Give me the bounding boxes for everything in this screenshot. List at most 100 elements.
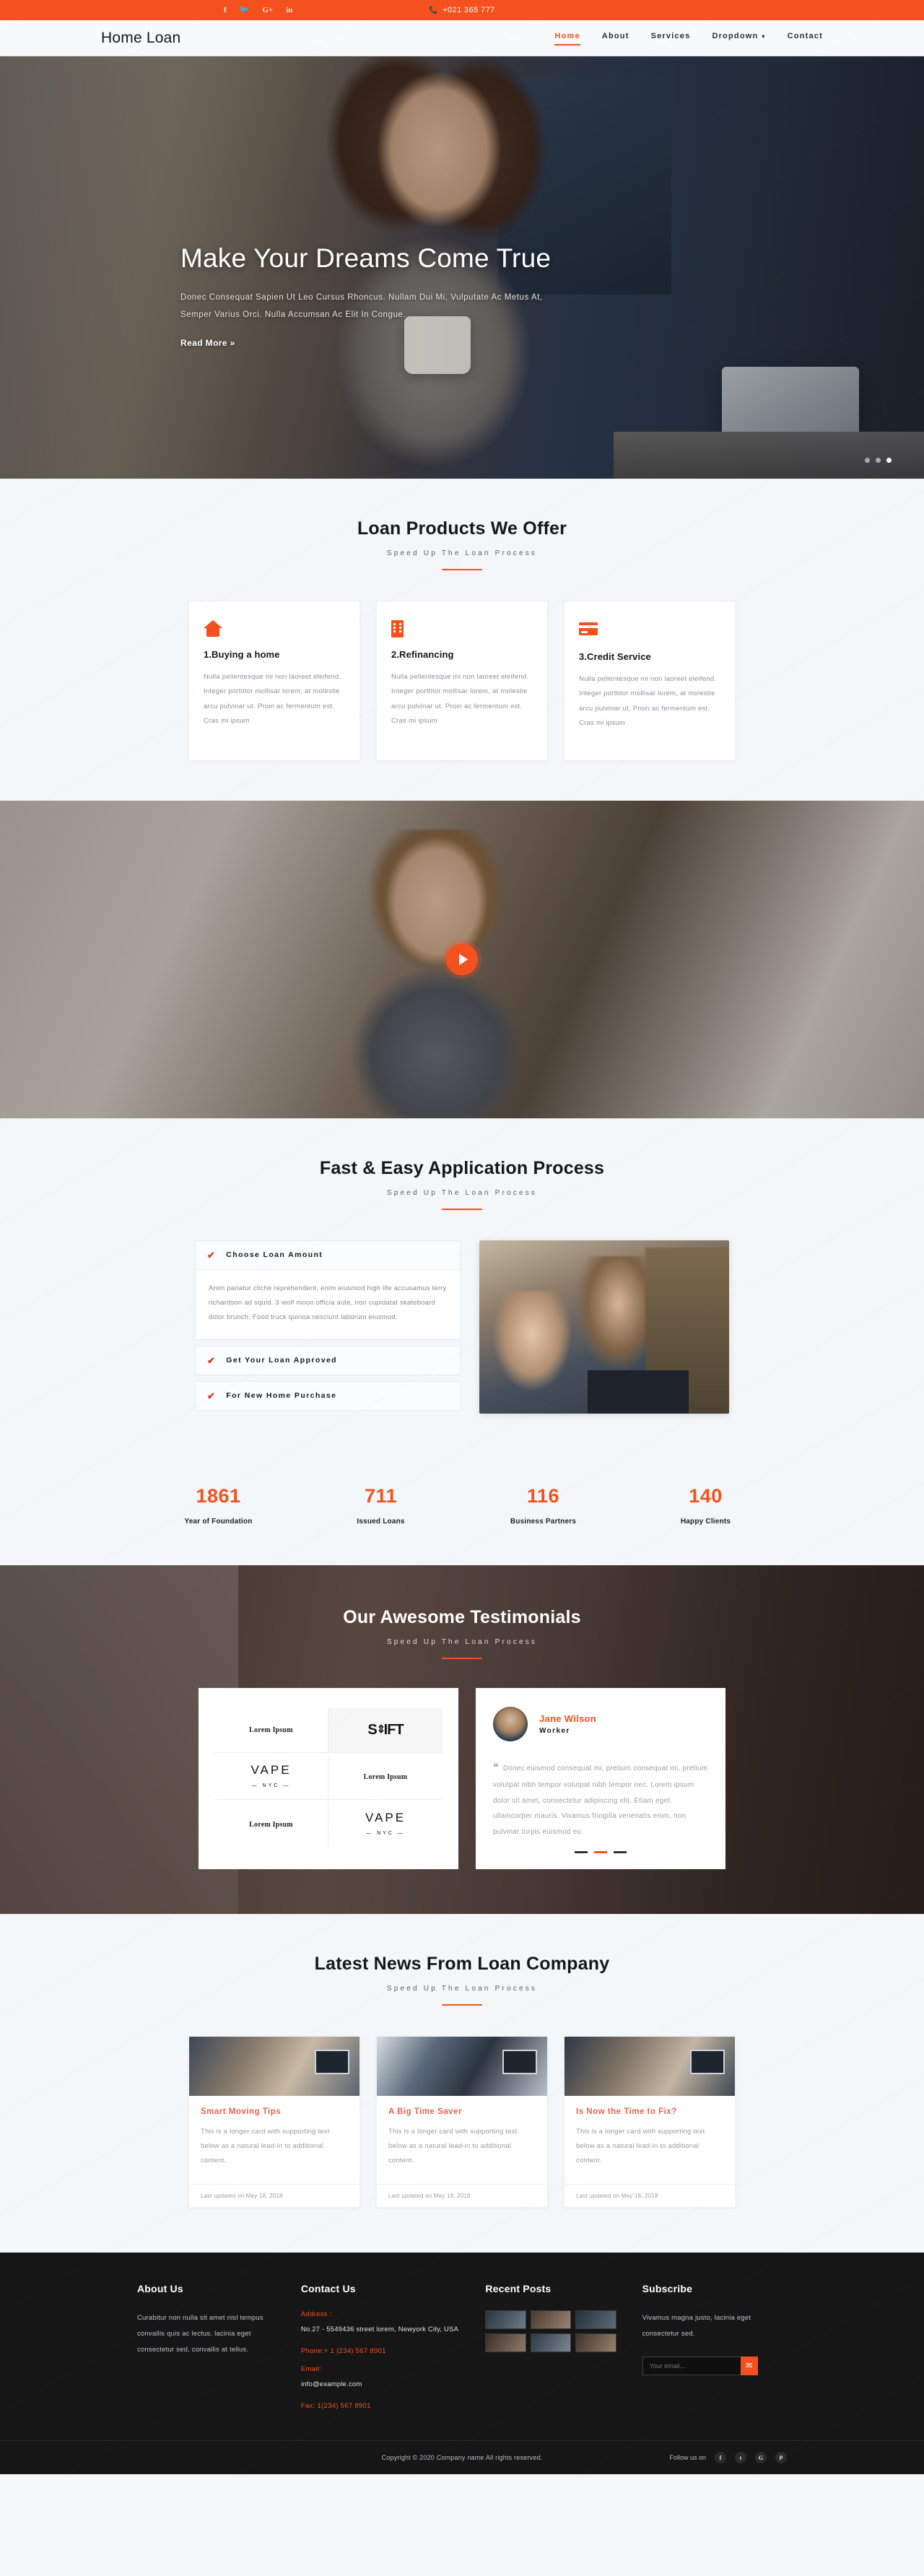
twitter-icon[interactable]: 🐦: [240, 6, 250, 14]
recent-post-thumb[interactable]: [530, 2310, 572, 2330]
nav-item-about[interactable]: About: [602, 32, 629, 44]
accordion-header[interactable]: ✔ For New Home Purchase: [196, 1381, 460, 1410]
blog-post-card[interactable]: A Big Time Saver This is a longer card w…: [376, 2036, 548, 2209]
section-divider: [442, 2004, 482, 2006]
partner-logo: VAPE — NYC —: [214, 1754, 328, 1800]
section-subtitle: Speed Up The Loan Process: [386, 1188, 538, 1197]
stats-section: 1861 Year of Foundation 711 Issued Loans…: [0, 1484, 924, 1565]
hero-subtitle: Donec Consequat Sapien Ut Leo Cursus Rho…: [180, 292, 543, 319]
hero-read-more-button[interactable]: Read More »: [180, 338, 235, 348]
stat-item: 1861 Year of Foundation: [137, 1485, 300, 1526]
hero-dot-2[interactable]: [876, 458, 881, 463]
section-divider: [442, 1657, 482, 1659]
footer-about-text: Curabitur non nulla sit amet nisl tempus…: [137, 2314, 263, 2354]
section-title: Latest News From Loan Company: [314, 1954, 610, 1975]
nav-item-services[interactable]: Services: [651, 32, 691, 44]
footer-social-links: Follow us on f t G P: [669, 2452, 787, 2464]
check-icon: ✔: [207, 1249, 217, 1261]
lorem-ipsum-logo: Lorem Ipsum: [249, 1726, 293, 1734]
nav-item-contact[interactable]: Contact: [788, 32, 823, 44]
testimonial-carousel-dots: [493, 1851, 708, 1854]
footer-column-title: About Us: [137, 2283, 183, 2295]
hero-carousel-dots: [865, 458, 892, 463]
site-brand[interactable]: Home Loan: [101, 30, 180, 47]
facebook-icon[interactable]: f: [715, 2452, 726, 2464]
blog-post-title[interactable]: A Big Time Saver: [388, 2107, 536, 2116]
product-card[interactable]: 3.Credit Service Nulla pellentesque mi n…: [564, 601, 736, 761]
accordion-item: ✔ Get Your Loan Approved: [195, 1345, 461, 1375]
footer-fax: Fax: 1(234) 567 8901: [300, 2402, 371, 2411]
email-input[interactable]: [642, 2356, 741, 2375]
blog-post-card[interactable]: Is Now the Time to Fix? This is a longer…: [564, 2036, 736, 2209]
recent-post-thumb[interactable]: [485, 2310, 526, 2330]
google-plus-icon[interactable]: G: [755, 2452, 767, 2464]
section-divider: [442, 1208, 482, 1210]
accordion-header[interactable]: ✔ Get Your Loan Approved: [196, 1346, 460, 1375]
product-card[interactable]: 2.Refinancing Nulla pellentesque mi non …: [376, 601, 548, 761]
top-phone[interactable]: 📞 +021 365 777: [429, 6, 494, 14]
accordion-header[interactable]: ✔ Choose Loan Amount: [196, 1240, 460, 1269]
section-subtitle: Speed Up The Loan Process: [386, 1985, 538, 1993]
nav-item-home[interactable]: Home: [554, 32, 581, 45]
building-icon: [391, 620, 533, 639]
blog-post-card[interactable]: Smart Moving Tips This is a longer card …: [188, 2036, 360, 2209]
check-icon: ✔: [207, 1354, 217, 1366]
testimonial-role: Worker: [539, 1726, 570, 1735]
footer-address-value: No.27 - 5549436 street lorem, Newyork Ci…: [300, 2325, 459, 2334]
testimonial-dot-2[interactable]: [594, 1851, 607, 1854]
partner-logo: Lorem Ipsum: [328, 1755, 443, 1800]
vape-nyc-logo: VAPE — NYC —: [250, 1763, 292, 1789]
recent-post-thumb[interactable]: [575, 2310, 616, 2330]
recent-post-thumb[interactable]: [530, 2333, 572, 2353]
section-subtitle: Speed Up The Loan Process: [386, 1637, 538, 1646]
product-card-list: 1.Buying a home Nulla pellentesque mi no…: [188, 601, 736, 761]
stat-label: Happy Clients: [680, 1517, 731, 1526]
product-card-text: Nulla pellentesque mi non laoreet eleife…: [391, 673, 529, 726]
accordion-label: For New Home Purchase: [226, 1391, 337, 1400]
section-title: Loan Products We Offer: [357, 518, 567, 539]
testimonial-text: ❝ Donec euismod consequat mi, pretium con…: [493, 1756, 708, 1840]
google-plus-icon[interactable]: G+: [262, 6, 273, 14]
process-content: ✔ Choose Loan Amount Anim pariatur clich…: [195, 1240, 729, 1417]
subscribe-submit-button[interactable]: ✉: [740, 2356, 758, 2375]
nav-item-dropdown[interactable]: Dropdown ▾: [712, 32, 765, 44]
linkedin-icon[interactable]: in: [286, 6, 292, 14]
stat-item: 140 Happy Clients: [624, 1485, 787, 1526]
testimonial-dot-3[interactable]: [614, 1851, 627, 1854]
play-button[interactable]: [446, 943, 478, 975]
product-card-title: 3.Credit Service: [579, 651, 651, 662]
recent-post-thumb[interactable]: [485, 2333, 526, 2353]
testimonials-heading: Our Awesome Testimonials Speed Up The Lo…: [0, 1607, 924, 1659]
chevron-down-icon: ▾: [762, 32, 766, 40]
main-navbar: Home Loan Home About Services Dropdown ▾ …: [0, 20, 924, 56]
footer-email-value[interactable]: info@example.com: [301, 2377, 459, 2392]
pinterest-icon[interactable]: P: [775, 2452, 787, 2464]
testimonial-dot-1[interactable]: [575, 1851, 588, 1854]
twitter-icon[interactable]: t: [735, 2452, 746, 2464]
testimonial-name: Jane Wilson: [539, 1713, 597, 1724]
footer-contact-column: Contact Us Address : No.27 - 5549436 str…: [301, 2283, 459, 2410]
hero-dot-1[interactable]: [865, 458, 870, 463]
avatar: [493, 1706, 528, 1741]
accordion-label: Choose Loan Amount: [226, 1250, 323, 1260]
product-card-title: 1.Buying a home: [204, 649, 280, 660]
facebook-icon[interactable]: f: [224, 6, 227, 14]
stat-number: 711: [364, 1484, 398, 1507]
blog-post-title[interactable]: Is Now the Time to Fix?: [576, 2107, 723, 2116]
news-heading: Latest News From Loan Company Speed Up T…: [0, 1954, 924, 2006]
shift-logo: S ⇕ IFT: [367, 1721, 404, 1738]
partner-logo: S ⇕ IFT: [328, 1707, 443, 1753]
recent-post-thumb[interactable]: [575, 2333, 616, 2353]
blog-post-date: Last updated on May 18, 2018: [565, 2184, 735, 2207]
product-card-text: Nulla pellentesque mi non laoreet eleife…: [579, 675, 717, 728]
product-card[interactable]: 1.Buying a home Nulla pellentesque mi no…: [188, 601, 360, 761]
blog-post-title[interactable]: Smart Moving Tips: [201, 2107, 348, 2116]
latest-news-section: Latest News From Loan Company Speed Up T…: [0, 1914, 924, 2253]
footer-about-column: About Us Curabitur non nulla sit amet ni…: [137, 2283, 275, 2410]
footer-phone[interactable]: Phone:+ 1 (234) 567 8901: [301, 2347, 459, 2355]
footer-email-label: Email:: [300, 2365, 322, 2374]
partner-logo: VAPE — NYC —: [328, 1802, 443, 1847]
hero-dot-3[interactable]: [886, 458, 892, 463]
section-title: Our Awesome Testimonials: [343, 1606, 581, 1627]
nav-links: Home About Services Dropdown ▾ Contact: [554, 32, 823, 45]
